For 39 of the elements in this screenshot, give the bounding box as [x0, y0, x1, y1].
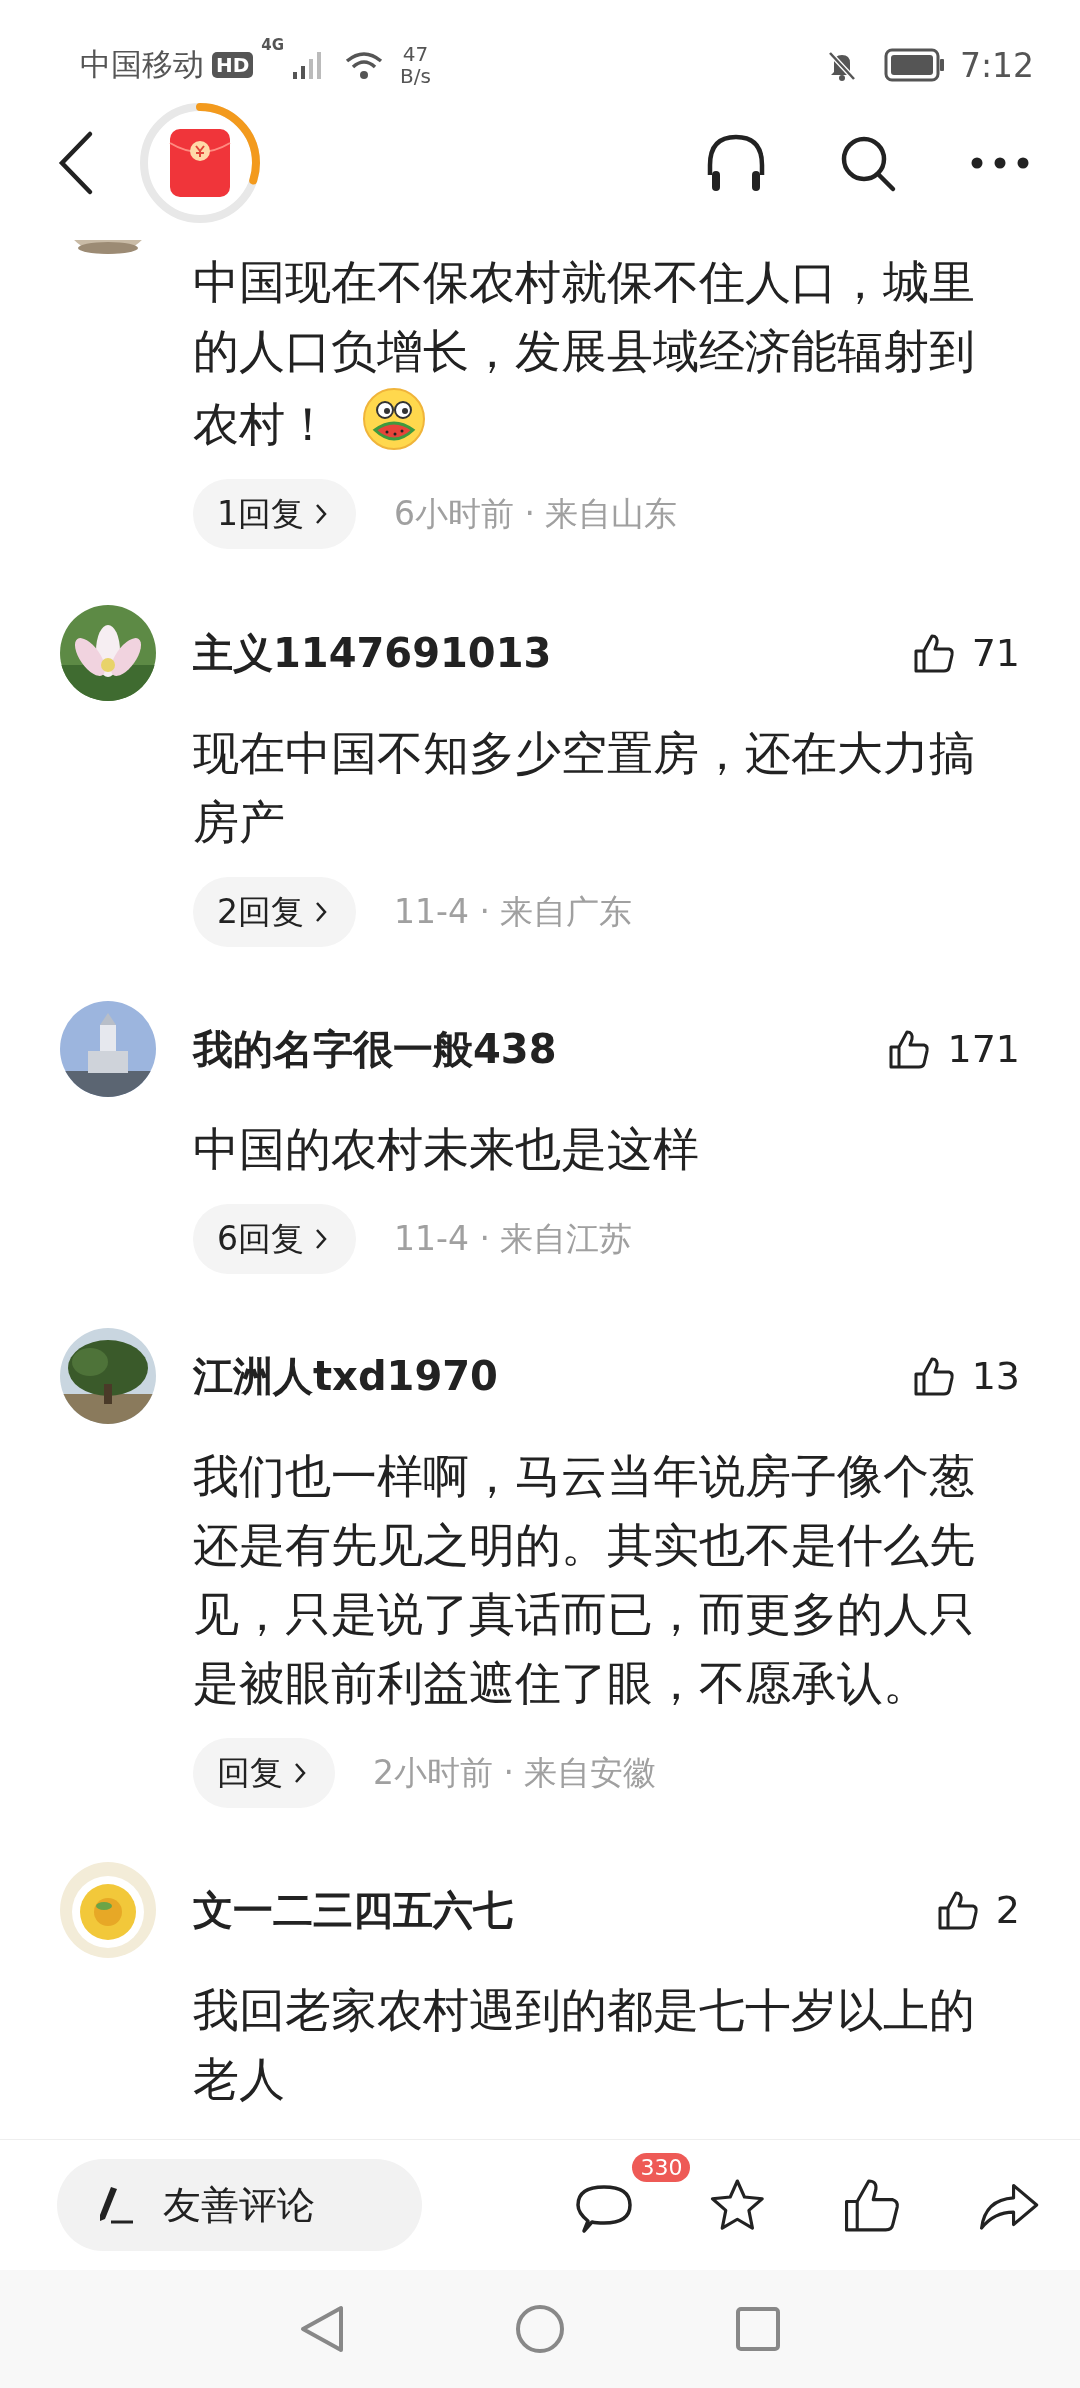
comment-meta: 11-4 · 来自广东 [394, 890, 633, 933]
comment-text: 我回老家农村遇到的都是七十岁以上的老人 [193, 1982, 976, 2108]
recents-icon[interactable] [735, 2306, 781, 2352]
comment-meta: 6小时前 · 来自山东 [394, 492, 678, 535]
network-badge: HD [212, 52, 254, 78]
speed-unit: B/s [400, 65, 431, 87]
clock-time: 7:12 [959, 45, 1034, 85]
carrier-name: 中国移动 [80, 45, 204, 84]
user-name[interactable]: 文一二三四五六七 [193, 1882, 513, 1938]
chevron-icon [314, 900, 328, 924]
network-type: 4G [261, 36, 285, 54]
replies-button[interactable]: 2回复 [193, 877, 356, 947]
comment-text: 我们也一样啊，马云当年说房子像个葱还是有先见之明的。其实也不是什么先见，只是说了真话而已，而更多的人只是被眼前利益遮住了眼，不愿承认。 [193, 1448, 976, 1712]
speed-value: 47 [402, 43, 429, 65]
like-count: 2 [995, 1888, 1020, 1932]
user-name[interactable]: 江洲人txd1970 [193, 1348, 498, 1404]
user-name[interactable]: 主义1147691013 [193, 625, 552, 681]
like-count: 171 [947, 1027, 1020, 1071]
signal-icon [292, 50, 323, 80]
replies-button[interactable]: 回复 [193, 1738, 335, 1808]
more-icon[interactable] [970, 156, 1030, 170]
user-name[interactable]: 我的名字很一般438 [193, 1021, 557, 1077]
comment-text: 中国现在不保农村就保不住人口，城里的人口负增长，发展县域经济能辐射到农村！ [193, 254, 976, 454]
home-icon[interactable] [515, 2304, 565, 2354]
like-count: 71 [971, 631, 1020, 675]
replies-button[interactable]: 6回复 [193, 1204, 356, 1274]
comment-text: 中国的农村未来也是这样 [193, 1121, 700, 1178]
like-count: 13 [971, 1354, 1020, 1398]
comment-meta: 11-4 · 来自江苏 [394, 1217, 633, 1260]
battery-icon [883, 48, 946, 82]
chevron-icon [314, 502, 328, 526]
comment-meta: 2小时前 · 来自安徽 [373, 1751, 657, 1794]
wifi-icon [344, 49, 385, 81]
replies-button[interactable]: 1回复 [193, 479, 356, 549]
comment-count-badge: 330 [632, 2153, 691, 2182]
comment-text: 现在中国不知多少空置房，还在大力搞房产 [193, 725, 976, 851]
chevron-icon [314, 1227, 328, 1251]
comment-input[interactable]: 友善评论 [57, 2159, 423, 2251]
chevron-icon [293, 1761, 307, 1785]
